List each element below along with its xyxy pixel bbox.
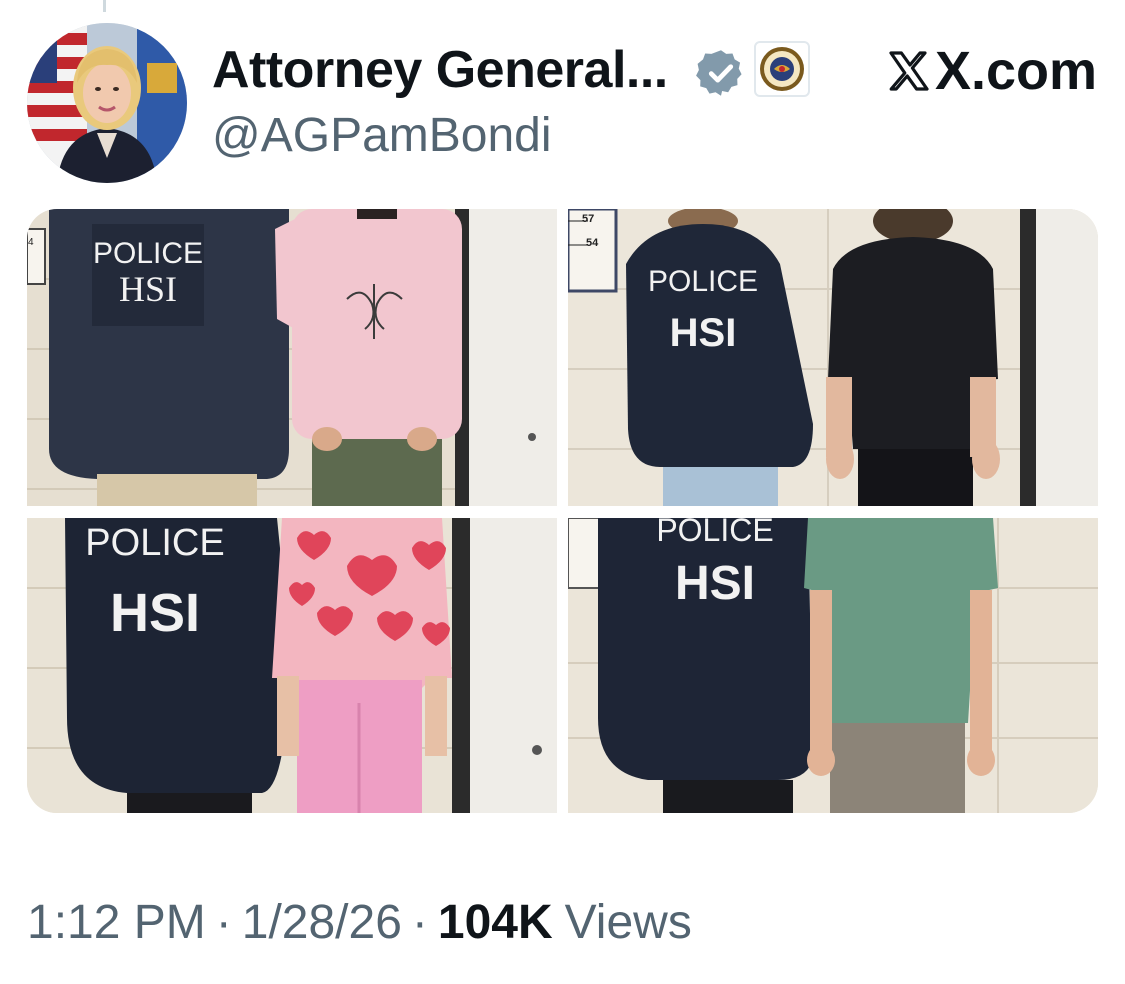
doj-seal-icon[interactable] [754,41,810,97]
thread-connector-line [103,0,106,12]
vest-line-police: POLICE [656,518,774,548]
views-label[interactable]: Views [565,895,692,950]
ruler-mark-bottom: 54 [586,237,599,249]
vest-lettering: POLICE HSI [92,237,204,309]
post-date[interactable]: 1/28/26 [242,895,402,950]
vest-line-police: POLICE [92,237,204,270]
verified-badge-icon[interactable] [695,47,747,99]
media-photo-1[interactable]: POLICE HSI 4 [27,209,557,506]
vest-line-hsi: HSI [109,583,201,643]
media-photo-4[interactable]: POLICE HSI [568,518,1098,813]
views-count[interactable]: 104K [438,895,553,950]
ruler-mark-top: 57 [582,213,595,225]
x-logo-icon [889,51,929,91]
vest-line-police: POLICE [647,265,759,298]
vest-lettering: POLICE HSI [640,518,790,608]
post-time[interactable]: 1:12 PM [27,895,206,950]
vest-line-hsi: HSI [118,269,177,309]
media-photo-2[interactable]: 57 54 POLICE HSI [568,209,1098,506]
vest-lettering: POLICE HSI [643,265,763,355]
display-name[interactable]: Attorney General... [212,40,668,100]
site-name: X.com [935,41,1098,101]
vest-line-police: POLICE [85,522,225,564]
user-handle[interactable]: @AGPamBondi [212,108,552,163]
media-grid: POLICE HSI 4 57 54 POLICE HSI POLICE HSI… [27,209,1098,813]
ruler-mark: 4 [28,237,34,248]
avatar[interactable] [27,23,187,183]
vest-line-hsi: HSI [669,311,737,355]
site-logo: X.com [885,40,1097,102]
vest-line-hsi: HSI [674,557,755,610]
vest-lettering: POLICE HSI [75,524,235,640]
separator-dot: · [411,896,428,949]
media-photo-3[interactable]: POLICE HSI [27,518,557,813]
post-metadata: 1:12 PM · 1/28/26 · 104K Views [27,895,692,950]
separator-dot: · [215,896,232,949]
